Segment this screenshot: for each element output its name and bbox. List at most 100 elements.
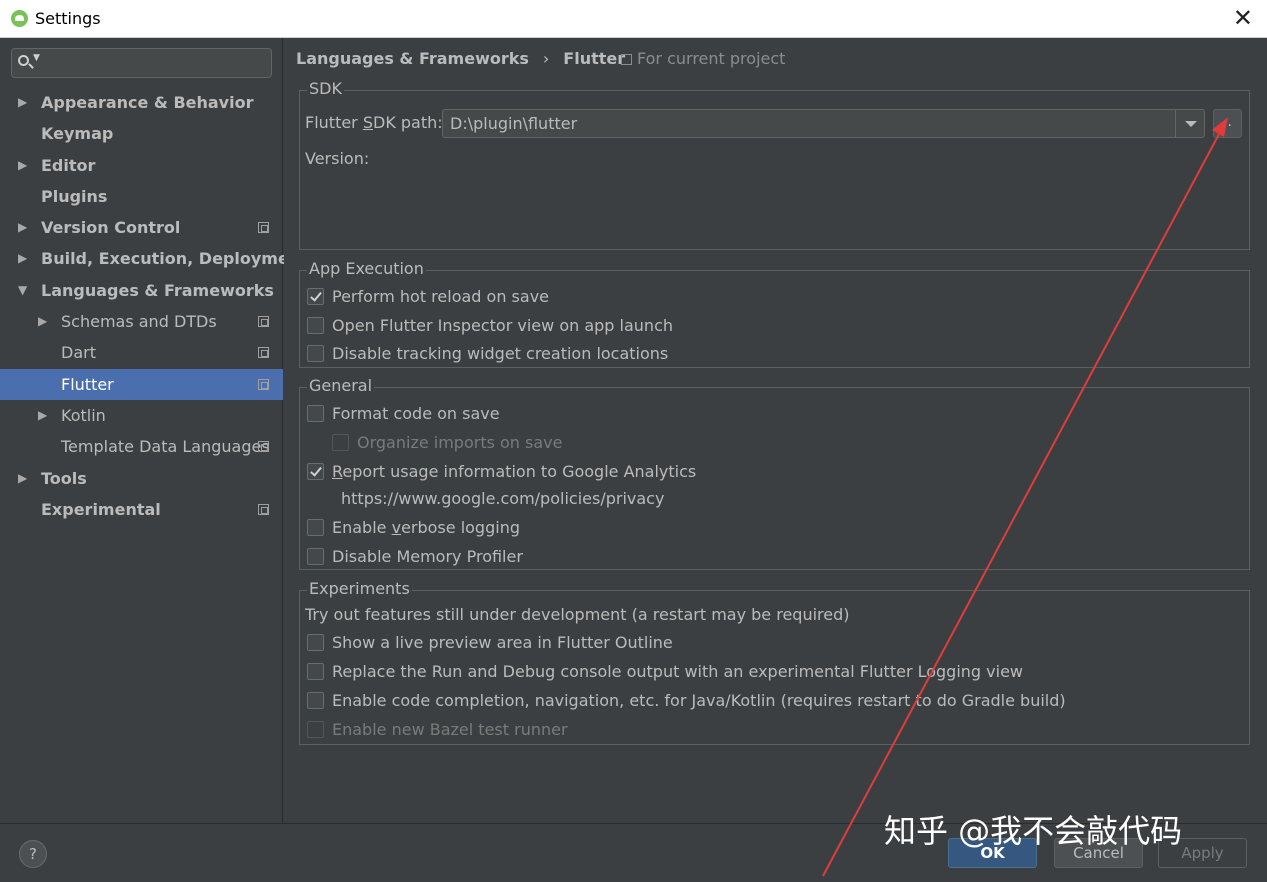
experiment-label-3: Enable code completion, navigation, etc.…: [332, 691, 1066, 711]
search-input[interactable]: ▼: [11, 48, 272, 78]
app-execution-group-title: App Execution: [307, 259, 426, 278]
settings-sidebar: ▼ ▶ Appearance & BehaviorKeymap ▶ EditorPlu…: [0, 38, 283, 823]
sidebar-item-label: Kotlin: [61, 400, 106, 431]
sidebar-item-appearance-behavior[interactable]: ▶ Appearance & Behavior: [0, 87, 283, 118]
sidebar-item-label: Keymap: [41, 118, 113, 149]
project-scope-icon: [258, 347, 269, 358]
search-icon: [18, 55, 29, 66]
general-group-title: General: [307, 376, 374, 395]
chevron-down-icon: ▼: [33, 53, 40, 63]
sidebar-item-template-data-languages[interactable]: Template Data Languages: [0, 431, 283, 462]
sidebar-item-label: Flutter: [61, 369, 114, 400]
android-studio-icon: [11, 10, 28, 27]
experiment-checkbox-4: [307, 721, 324, 738]
app-execution-checkbox-3[interactable]: [307, 345, 324, 362]
verbose-logging-checkbox[interactable]: [307, 519, 324, 536]
experiments-group: Experiments Try out features still under…: [299, 590, 1250, 745]
experiment-label-1: Show a live preview area in Flutter Outl…: [332, 633, 673, 653]
title-bar: Settings ✕: [0, 0, 1267, 38]
project-scope-icon: [258, 379, 269, 390]
chevron-down-icon[interactable]: [1175, 110, 1204, 137]
breadcrumb-separator: ›: [543, 49, 549, 68]
experiment-label-2: Replace the Run and Debug console output…: [332, 662, 1023, 682]
sidebar-item-label: Template Data Languages: [61, 431, 270, 462]
sidebar-item-label: Build, Execution, Deployment: [41, 243, 308, 274]
collapsed-arrow-icon[interactable]: ▶: [18, 243, 27, 274]
close-icon[interactable]: ✕: [1233, 4, 1253, 32]
sidebar-item-version-control[interactable]: ▶ Version Control: [0, 212, 283, 243]
sidebar-item-dart[interactable]: Dart: [0, 337, 283, 368]
report-usage-checkbox[interactable]: [307, 463, 324, 480]
sidebar-item-plugins[interactable]: Plugins: [0, 181, 283, 212]
experiment-checkbox-1[interactable]: [307, 634, 324, 651]
sidebar-item-build-execution-deployment[interactable]: ▶Build, Execution, Deployment: [0, 243, 283, 274]
sidebar-item-label: Schemas and DTDs: [61, 306, 217, 337]
app-execution-group: App Execution Perform hot reload on save…: [299, 270, 1250, 368]
sidebar-item-label: Appearance & Behavior: [41, 87, 253, 118]
sdk-group: SDK Flutter SDK path: D:\plugin\flutter …: [299, 90, 1250, 250]
breadcrumb-parent: Languages & Frameworks: [296, 49, 529, 68]
format-on-save-checkbox[interactable]: [307, 405, 324, 422]
browse-sdk-button[interactable]: ..: [1213, 109, 1242, 138]
sidebar-item-label: Plugins: [41, 181, 107, 212]
sdk-path-combobox[interactable]: D:\plugin\flutter: [442, 109, 1205, 138]
sidebar-item-tools[interactable]: ▶ Tools: [0, 463, 283, 494]
organize-imports-checkbox: [332, 434, 349, 451]
format-on-save-label: Format code on save: [332, 404, 500, 424]
general-group: General Format code on save Organize imp…: [299, 387, 1250, 570]
sdk-path-label: Flutter SDK path:: [305, 113, 443, 132]
collapsed-arrow-icon[interactable]: ▶: [18, 150, 27, 181]
help-button[interactable]: ?: [19, 840, 47, 868]
app-execution-checkbox-2[interactable]: [307, 317, 324, 334]
zhihu-watermark: 知乎 @我不会敲代码: [884, 806, 1182, 852]
breadcrumb-current: Flutter: [563, 49, 625, 68]
verbose-logging-label: Enable verbose logging: [332, 518, 520, 538]
sidebar-item-flutter[interactable]: Flutter: [0, 369, 283, 400]
sdk-version-label: Version:: [305, 149, 369, 168]
experiment-checkbox-3[interactable]: [307, 692, 324, 709]
app-execution-label-2: Open Flutter Inspector view on app launc…: [332, 316, 673, 336]
sidebar-item-schemas-and-dtds[interactable]: ▶ Schemas and DTDs: [0, 306, 283, 337]
settings-tree: ▶ Appearance & BehaviorKeymap ▶ EditorPlugi…: [0, 87, 283, 525]
organize-imports-label: Organize imports on save: [357, 433, 562, 453]
flutter-settings-panel: Languages & Frameworks › Flutter For curre…: [284, 38, 1267, 823]
sidebar-item-label: Editor: [41, 150, 95, 181]
sidebar-item-languages-frameworks[interactable]: ▼ Languages & Frameworks: [0, 275, 283, 306]
project-scope-icon: [258, 222, 269, 233]
scope-indicator: For current project: [621, 49, 785, 68]
project-scope-icon: [258, 316, 269, 327]
collapsed-arrow-icon[interactable]: ▶: [38, 400, 47, 431]
sidebar-item-kotlin[interactable]: ▶ Kotlin: [0, 400, 283, 431]
sdk-group-title: SDK: [307, 79, 344, 98]
sidebar-item-label: Experimental: [41, 494, 161, 525]
memory-profiler-label: Disable Memory Profiler: [332, 547, 523, 567]
sdk-path-value: D:\plugin\flutter: [450, 114, 577, 133]
app-execution-label-3: Disable tracking widget creation locatio…: [332, 344, 668, 364]
sidebar-item-label: Version Control: [41, 212, 180, 243]
privacy-link[interactable]: https://www.google.com/policies/privacy: [341, 489, 664, 509]
breadcrumb: Languages & Frameworks › Flutter: [296, 49, 625, 68]
project-scope-icon: [258, 504, 269, 515]
sidebar-item-label: Dart: [61, 337, 96, 368]
project-scope-icon: [621, 54, 632, 65]
experiment-label-4: Enable new Bazel test runner: [332, 720, 568, 740]
sidebar-item-experimental[interactable]: Experimental: [0, 494, 283, 525]
collapsed-arrow-icon[interactable]: ▶: [18, 212, 27, 243]
memory-profiler-checkbox[interactable]: [307, 548, 324, 565]
experiment-checkbox-2[interactable]: [307, 663, 324, 680]
collapsed-arrow-icon[interactable]: ▶: [18, 87, 27, 118]
expanded-arrow-icon[interactable]: ▼: [18, 275, 27, 306]
app-execution-checkbox-1[interactable]: [307, 288, 324, 305]
collapsed-arrow-icon[interactable]: ▶: [38, 306, 47, 337]
sidebar-item-label: Languages & Frameworks: [41, 275, 274, 306]
collapsed-arrow-icon[interactable]: ▶: [18, 463, 27, 494]
experiments-description: Try out features still under development…: [305, 605, 850, 625]
window-title: Settings: [35, 9, 101, 28]
sidebar-item-editor[interactable]: ▶ Editor: [0, 150, 283, 181]
sidebar-item-keymap[interactable]: Keymap: [0, 118, 283, 149]
report-usage-label: Report usage information to Google Analy…: [332, 462, 696, 482]
experiments-group-title: Experiments: [307, 579, 412, 598]
sidebar-item-label: Tools: [41, 463, 87, 494]
project-scope-icon: [258, 441, 269, 452]
scope-label: For current project: [637, 49, 785, 68]
